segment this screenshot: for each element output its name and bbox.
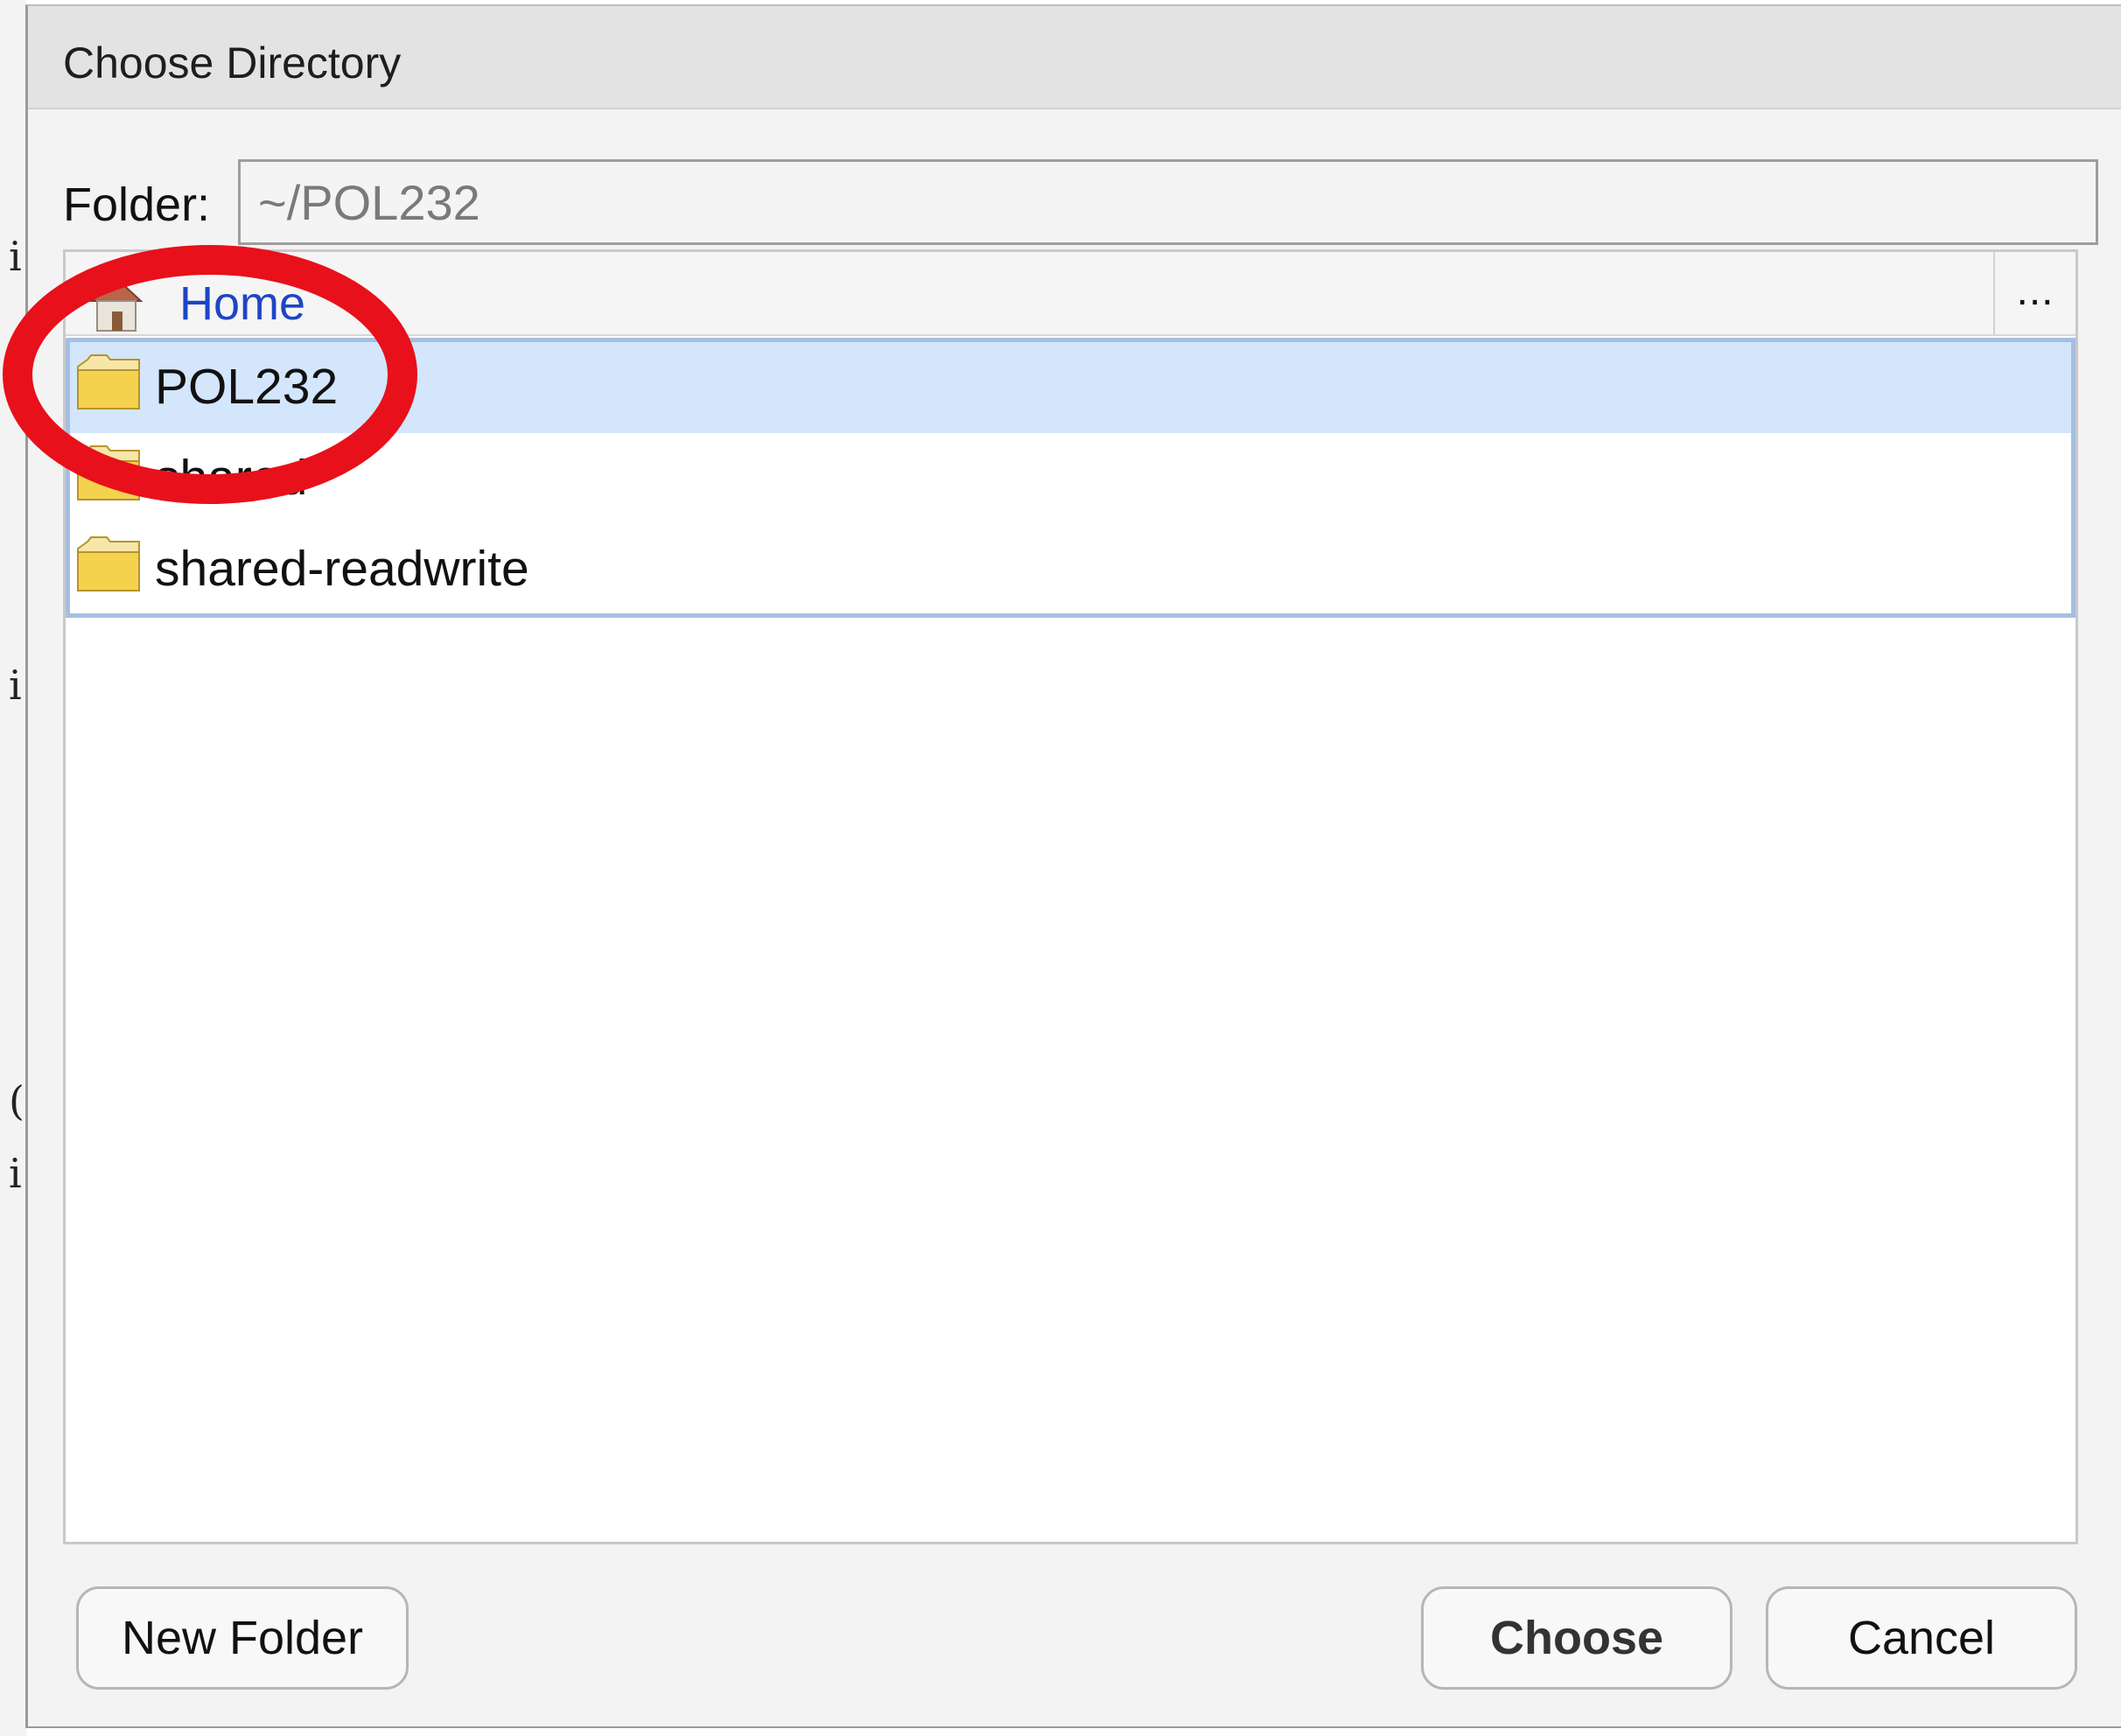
background-window-edge: i i ( i bbox=[0, 0, 26, 1736]
folder-label: Folder: bbox=[63, 178, 211, 231]
home-icon bbox=[89, 276, 144, 332]
breadcrumb-home-link[interactable]: Home bbox=[179, 276, 305, 331]
new-folder-button[interactable]: New Folder bbox=[76, 1586, 409, 1690]
cancel-button[interactable]: Cancel bbox=[1766, 1586, 2077, 1690]
folder-icon bbox=[77, 354, 140, 410]
background-text-fragment: i bbox=[9, 662, 22, 709]
directory-browser: Home ... POL232 shared shared-readwrite bbox=[63, 249, 2078, 1544]
list-item[interactable]: POL232 bbox=[70, 342, 2071, 433]
choose-button[interactable]: Choose bbox=[1421, 1586, 1732, 1690]
folder-name: shared-readwrite bbox=[155, 541, 529, 597]
folder-name: POL232 bbox=[155, 359, 339, 415]
background-text-fragment: ( bbox=[9, 1077, 24, 1124]
folder-icon bbox=[77, 445, 140, 500]
breadcrumb: Home ... bbox=[66, 252, 2076, 336]
background-text-fragment: i bbox=[9, 233, 22, 280]
background-text-fragment: i bbox=[9, 1150, 22, 1197]
list-item[interactable]: shared-readwrite bbox=[70, 524, 2071, 615]
browse-more-button[interactable]: ... bbox=[1993, 252, 2076, 334]
folder-path-field[interactable] bbox=[238, 159, 2098, 245]
folder-list: POL232 shared shared-readwrite bbox=[66, 338, 2076, 618]
dialog-titlebar: Choose Directory bbox=[28, 6, 2121, 109]
folder-name: shared bbox=[155, 450, 308, 506]
dialog-title: Choose Directory bbox=[63, 38, 402, 88]
choose-directory-dialog: Choose Directory Folder: Home ... POL232 bbox=[25, 4, 2121, 1728]
list-item[interactable]: shared bbox=[70, 433, 2071, 524]
folder-icon bbox=[77, 536, 140, 592]
